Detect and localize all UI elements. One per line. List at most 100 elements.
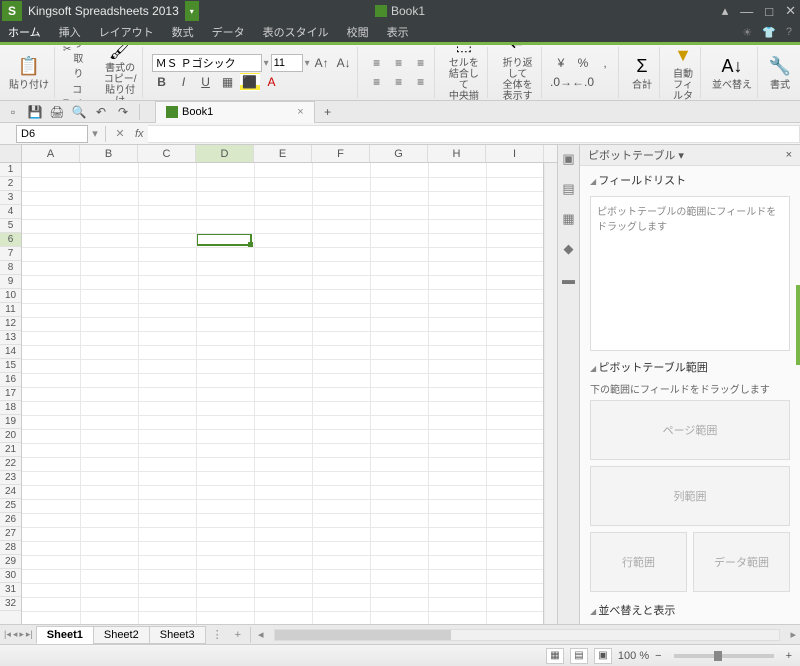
copy-button[interactable]: ⧉コピー xyxy=(63,81,91,102)
side-chart-icon[interactable]: ▤ xyxy=(561,181,577,197)
ribbon-collapse-icon[interactable]: ▴ xyxy=(722,3,729,19)
minimize-button[interactable]: — xyxy=(740,4,753,19)
percent-button[interactable]: % xyxy=(573,54,593,72)
col-header-F[interactable]: F xyxy=(312,145,370,162)
bold-button[interactable]: B xyxy=(152,73,172,91)
vertical-scrollbar[interactable] xyxy=(543,163,557,624)
view-page-button[interactable]: ▤ xyxy=(570,648,588,664)
row-header-3[interactable]: 3 xyxy=(0,191,21,205)
increase-decimal-button[interactable]: .0→ xyxy=(551,73,571,91)
row-header-12[interactable]: 12 xyxy=(0,317,21,331)
row-header-32[interactable]: 32 xyxy=(0,597,21,611)
row-header-2[interactable]: 2 xyxy=(0,177,21,191)
app-menu-dropdown[interactable]: ▾ xyxy=(185,1,199,21)
pivot-panel-close[interactable]: × xyxy=(786,149,792,161)
undo-button[interactable]: ↶ xyxy=(92,103,110,121)
help-icon[interactable]: ? xyxy=(786,26,792,39)
col-header-D[interactable]: D xyxy=(196,145,254,162)
row-header-13[interactable]: 13 xyxy=(0,331,21,345)
paste-button[interactable]: 📋 貼り付け xyxy=(7,55,51,91)
cut-button[interactable]: ✂切り取り xyxy=(63,45,91,80)
sheet-nav-prev[interactable]: ◂ xyxy=(13,629,18,640)
pivot-data-area[interactable]: データ範囲 xyxy=(693,532,790,592)
selected-cell[interactable] xyxy=(196,233,252,246)
row-header-31[interactable]: 31 xyxy=(0,583,21,597)
sheet-menu-button[interactable]: ⋮ xyxy=(206,628,229,641)
row-header-4[interactable]: 4 xyxy=(0,205,21,219)
pivot-sort-display[interactable]: 並べ替えと表示 xyxy=(580,596,800,624)
menu-view[interactable]: 表示 xyxy=(387,24,409,40)
row-header-28[interactable]: 28 xyxy=(0,541,21,555)
print-preview-button[interactable]: 🔍 xyxy=(70,103,88,121)
formula-input[interactable] xyxy=(148,125,800,143)
row-header-22[interactable]: 22 xyxy=(0,457,21,471)
skin-icon[interactable]: ☀ xyxy=(742,26,752,39)
side-image-icon[interactable]: ▬ xyxy=(561,271,577,287)
align-top-button[interactable]: ≡ xyxy=(367,54,387,72)
row-header-16[interactable]: 16 xyxy=(0,373,21,387)
format-painter-button[interactable]: 🖌 書式のコピー/ 貼り付け xyxy=(102,45,139,101)
align-bottom-button[interactable]: ≡ xyxy=(411,54,431,72)
menu-home[interactable]: ホーム xyxy=(8,24,41,40)
name-box[interactable]: D6 xyxy=(16,125,88,143)
comma-button[interactable]: , xyxy=(595,54,615,72)
menu-data[interactable]: データ xyxy=(212,24,245,40)
zoom-slider[interactable] xyxy=(674,654,774,658)
row-header-9[interactable]: 9 xyxy=(0,275,21,289)
row-header-18[interactable]: 18 xyxy=(0,401,21,415)
underline-button[interactable]: U xyxy=(196,73,216,91)
menu-layout[interactable]: レイアウト xyxy=(99,24,154,40)
font-color-button[interactable]: A xyxy=(262,73,282,91)
col-header-B[interactable]: B xyxy=(80,145,138,162)
currency-button[interactable]: ¥ xyxy=(551,54,571,72)
side-select-icon[interactable]: ▣ xyxy=(561,151,577,167)
wrap-text-button[interactable]: ↩ 折り返して 全体を表示する xyxy=(497,45,538,101)
cancel-formula-button[interactable]: ✕ xyxy=(109,127,131,140)
side-table-icon[interactable]: ▦ xyxy=(561,211,577,227)
name-box-dropdown[interactable]: ▾ xyxy=(88,127,102,140)
view-normal-button[interactable]: ▦ xyxy=(546,648,564,664)
decrease-decimal-button[interactable]: ←.0 xyxy=(573,73,593,91)
zoom-out-button[interactable]: − xyxy=(655,650,661,662)
shirt-icon[interactable]: 👕 xyxy=(762,26,776,39)
redo-button[interactable]: ↷ xyxy=(114,103,132,121)
row-header-25[interactable]: 25 xyxy=(0,499,21,513)
document-tab[interactable]: Book1 × xyxy=(155,101,315,123)
save-button[interactable]: 💾 xyxy=(26,103,44,121)
close-button[interactable]: ✕ xyxy=(785,3,796,19)
col-header-E[interactable]: E xyxy=(254,145,312,162)
hscroll-right[interactable]: ▸ xyxy=(786,628,800,641)
horizontal-scrollbar[interactable] xyxy=(274,629,781,641)
row-header-5[interactable]: 5 xyxy=(0,219,21,233)
row-header-24[interactable]: 24 xyxy=(0,485,21,499)
print-button[interactable]: 🖨 xyxy=(48,103,66,121)
decrease-font-button[interactable]: A↓ xyxy=(334,54,354,72)
menu-formula[interactable]: 数式 xyxy=(172,24,194,40)
new-doc-button[interactable]: ▫ xyxy=(4,103,22,121)
add-sheet-button[interactable]: + xyxy=(229,629,247,641)
merge-center-button[interactable]: ⬚ セルを結合して 中央揃え xyxy=(444,45,485,101)
col-header-H[interactable]: H xyxy=(428,145,486,162)
row-header-30[interactable]: 30 xyxy=(0,569,21,583)
fill-color-button[interactable]: ⬛ xyxy=(240,73,260,91)
row-header-11[interactable]: 11 xyxy=(0,303,21,317)
pivot-field-list-area[interactable]: ピボットテーブルの範囲にフィールドをドラッグします xyxy=(590,196,790,351)
row-header-10[interactable]: 10 xyxy=(0,289,21,303)
align-center-button[interactable]: ≡ xyxy=(389,73,409,91)
view-break-button[interactable]: ▣ xyxy=(594,648,612,664)
new-tab-button[interactable]: + xyxy=(319,103,337,121)
pivot-page-area[interactable]: ページ範囲 xyxy=(590,400,790,460)
sheet-nav-next[interactable]: ▸ xyxy=(19,629,24,640)
menu-review[interactable]: 校閲 xyxy=(347,24,369,40)
font-size-select[interactable] xyxy=(271,54,303,72)
col-header-I[interactable]: I xyxy=(486,145,544,162)
cells-area[interactable] xyxy=(22,163,543,624)
row-header-15[interactable]: 15 xyxy=(0,359,21,373)
side-shape-icon[interactable]: ◆ xyxy=(561,241,577,257)
col-header-C[interactable]: C xyxy=(138,145,196,162)
zoom-in-button[interactable]: + xyxy=(786,650,792,662)
row-header-21[interactable]: 21 xyxy=(0,443,21,457)
row-header-17[interactable]: 17 xyxy=(0,387,21,401)
sheet-tab-1[interactable]: Sheet1 xyxy=(36,626,94,644)
border-button[interactable]: ▦ xyxy=(218,73,238,91)
